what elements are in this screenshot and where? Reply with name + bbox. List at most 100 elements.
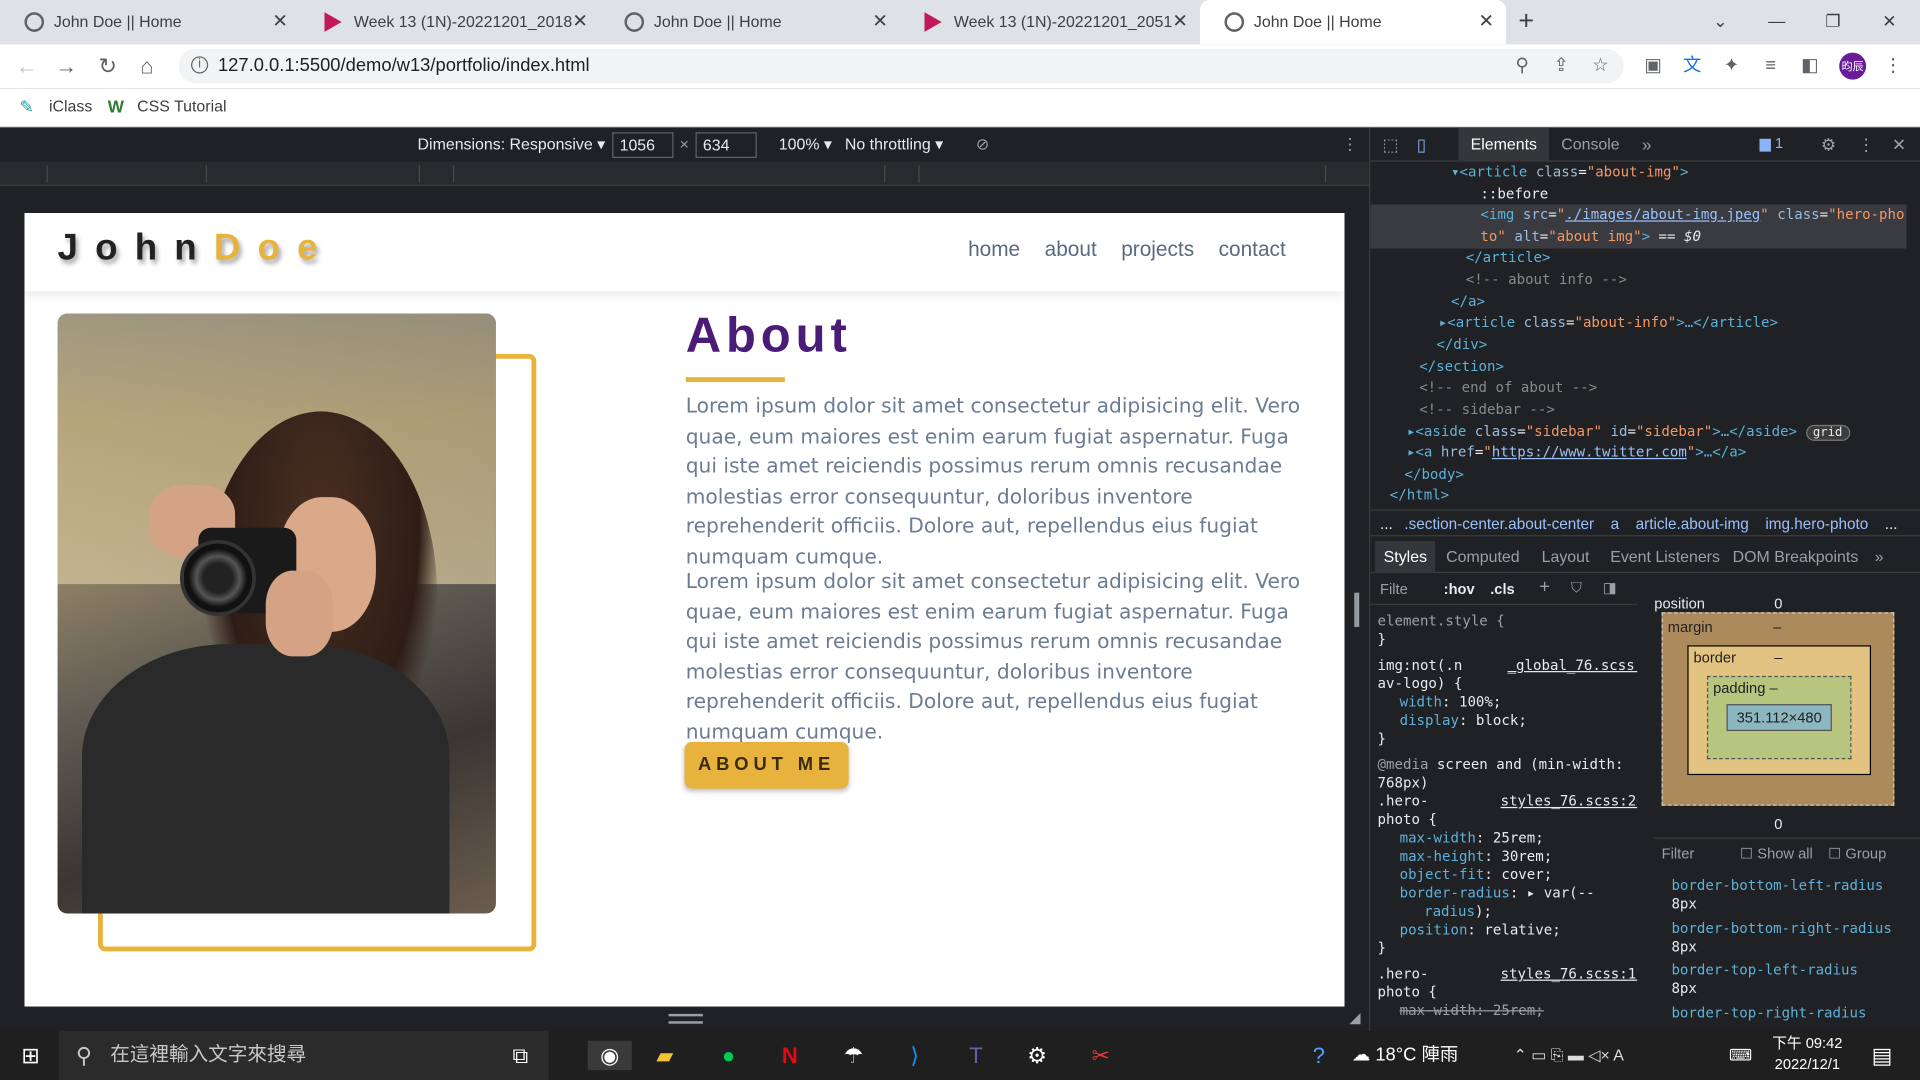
css-declaration[interactable]: object-fit: cover;	[1400, 866, 1553, 884]
device-toggle-icon[interactable]: ▯	[1417, 135, 1426, 156]
box-content-size[interactable]: 351.112×480	[1726, 704, 1832, 732]
browser-tab[interactable]: John Doe || Home ✕	[600, 0, 900, 44]
help-icon[interactable]: ?	[1303, 1041, 1335, 1070]
notifications-icon[interactable]: ▤	[1866, 1041, 1898, 1070]
home-icon[interactable]: ⌂	[132, 51, 161, 80]
tab-search-icon[interactable]: ⌄	[1692, 0, 1748, 44]
css-declaration[interactable]: border-radius: ▸ var(--	[1400, 884, 1595, 902]
nav-home[interactable]: home	[968, 238, 1020, 261]
subtab-dom-breakpoints[interactable]: DOM Breakpoints	[1733, 541, 1859, 573]
cls-toggle[interactable]: .cls	[1490, 580, 1515, 598]
bookmark-star-icon[interactable]: ☆	[1589, 55, 1611, 77]
browser-tab[interactable]: Week 13 (1N)-20221201_2051 ✕	[900, 0, 1200, 44]
windows-start-icon[interactable]: ⊞	[15, 1041, 47, 1070]
teams-icon[interactable]: T	[960, 1041, 992, 1070]
about-me-button[interactable]: ABOUT ME	[684, 742, 849, 789]
nav-projects[interactable]: projects	[1121, 238, 1194, 261]
tab-console[interactable]: Console	[1549, 127, 1632, 161]
chrome-taskbar-icon[interactable]: ◉	[587, 1040, 632, 1071]
hov-toggle[interactable]: :hov	[1444, 580, 1475, 598]
close-icon[interactable]: ✕	[572, 0, 587, 44]
crumb[interactable]: ...	[1885, 516, 1898, 533]
resize-handle-bottom[interactable]	[668, 1013, 703, 1024]
resize-handle-right[interactable]	[1354, 592, 1360, 627]
site-logo[interactable]: JohnDoe	[58, 228, 335, 270]
css-declaration[interactable]: position: relative;	[1400, 921, 1561, 939]
css-declaration-overridden[interactable]: max-width: 25rem;	[1400, 1002, 1544, 1020]
reload-icon[interactable]: ↻	[93, 51, 122, 80]
computed-item[interactable]: border-top-right-radius	[1671, 1004, 1866, 1022]
crumb[interactable]: img.hero-photo	[1765, 516, 1868, 533]
minimize-button[interactable]: —	[1749, 0, 1805, 44]
close-icon[interactable]: ✕	[1172, 0, 1187, 44]
subtab-styles[interactable]: Styles	[1375, 541, 1436, 574]
tab-elements[interactable]: Elements	[1458, 127, 1550, 162]
browser-tab-active[interactable]: John Doe || Home ✕	[1200, 0, 1507, 45]
crumb[interactable]: ...	[1380, 516, 1393, 533]
share-icon[interactable]: ⇪	[1550, 55, 1572, 77]
forward-icon[interactable]: →	[51, 51, 80, 80]
input-method-icon[interactable]: ⌨	[1729, 1031, 1752, 1080]
vscode-icon[interactable]: ⟩	[899, 1041, 931, 1070]
rotate-icon[interactable]: ⊘	[976, 127, 989, 161]
weather-widget[interactable]: ☁ 18°C 陣雨	[1352, 1031, 1458, 1080]
zoom-select[interactable]: 100% ▾	[779, 127, 832, 161]
task-view-icon[interactable]: ⧉	[504, 1041, 536, 1070]
close-devtools-icon[interactable]: ✕	[1892, 135, 1906, 156]
height-input[interactable]: 634	[695, 132, 757, 158]
bookmark-css-tutorial[interactable]: W CSS Tutorial	[108, 88, 227, 125]
add-rule-icon[interactable]: +	[1539, 578, 1550, 596]
issues-badge[interactable]: ▆ 1	[1760, 135, 1784, 152]
dom-node[interactable]: ▸<article class="about-info">…</article>	[1439, 312, 1778, 334]
styles-filter-input[interactable]: Filte	[1380, 580, 1408, 598]
file-explorer-icon[interactable]: ▰	[649, 1041, 681, 1070]
maximize-button[interactable]: ❐	[1805, 0, 1861, 44]
dom-node[interactable]: </div>	[1436, 334, 1487, 356]
nav-about[interactable]: about	[1045, 238, 1097, 261]
back-icon[interactable]: ←	[12, 51, 41, 80]
dom-node[interactable]: </article>	[1466, 247, 1551, 269]
bookmark-iclass[interactable]: ✎ iClass	[20, 88, 93, 125]
css-declaration[interactable]: max-height: 30rem;	[1400, 847, 1553, 865]
subtab-computed[interactable]: Computed	[1446, 541, 1519, 573]
width-input[interactable]: 1056	[612, 132, 674, 158]
crumb[interactable]: .section-center.about-center	[1404, 516, 1594, 533]
dom-node[interactable]: </section>	[1419, 356, 1504, 378]
sidepanel-icon[interactable]: ◧	[1798, 54, 1822, 78]
computed-item[interactable]: border-top-left-radius 8px	[1671, 961, 1858, 998]
inspect-icon[interactable]: ⬚	[1382, 135, 1398, 156]
new-tab-button[interactable]: +	[1518, 0, 1534, 42]
system-clock[interactable]: 下午 09:42 2022/12/1	[1763, 1033, 1851, 1075]
url-text[interactable]: 127.0.0.1:5500/demo/w13/portfolio/index.…	[218, 49, 590, 83]
settings-gear-icon[interactable]: ⚙	[1821, 135, 1836, 156]
tray-icons[interactable]: ⌃ ▭ ⎘ ▬ ◁× A	[1513, 1031, 1623, 1080]
dom-node[interactable]: ▾<article class="about-img">	[1451, 162, 1688, 184]
css-declaration[interactable]: display: block;	[1400, 711, 1527, 729]
close-icon[interactable]: ✕	[272, 0, 287, 44]
settings-taskbar-icon[interactable]: ⚙	[1021, 1041, 1053, 1070]
profile-avatar[interactable]: 昀辰	[1839, 52, 1867, 80]
site-info-icon[interactable]: i	[191, 56, 209, 74]
app-icon[interactable]: ☂	[838, 1041, 870, 1070]
taskbar-search[interactable]: ⚲ 在這裡輸入文字來搜尋	[58, 1031, 549, 1080]
more-subtabs-icon[interactable]: »	[1875, 541, 1884, 573]
subtab-layout[interactable]: Layout	[1542, 541, 1590, 573]
crumb[interactable]: article.about-img	[1636, 516, 1749, 533]
dom-node[interactable]: ▸<aside class="sidebar" id="sidebar">…</…	[1407, 421, 1850, 444]
throttling-select[interactable]: No throttling ▾	[845, 127, 943, 161]
crumb[interactable]: a	[1611, 516, 1620, 533]
address-bar[interactable]: i 127.0.0.1:5500/demo/w13/portfolio/inde…	[178, 48, 1624, 84]
browser-tab[interactable]: Week 13 (1N)-20221201_2018 ✕	[300, 0, 600, 44]
menu-kebab-icon[interactable]: ⋮	[1881, 54, 1905, 78]
app-icon[interactable]: ✂	[1085, 1041, 1117, 1070]
group-checkbox[interactable]: ☐ Group	[1828, 845, 1886, 862]
dimensions-select[interactable]: Dimensions: Responsive ▾	[418, 127, 606, 161]
paint-icon[interactable]: ⛉	[1571, 579, 1582, 597]
dom-node-selected[interactable]: <img src="./images/about-img.jpeg" class…	[1370, 204, 1907, 227]
toggle-sidebar-icon[interactable]: ◨	[1603, 579, 1617, 597]
computed-filter-input[interactable]: Filter	[1662, 845, 1695, 862]
extension-chat-icon[interactable]: ▣	[1641, 54, 1665, 78]
line-app-icon[interactable]: ●	[713, 1041, 745, 1070]
show-all-checkbox[interactable]: ☐ Show all	[1740, 845, 1813, 862]
netflix-icon[interactable]: N	[774, 1041, 806, 1070]
